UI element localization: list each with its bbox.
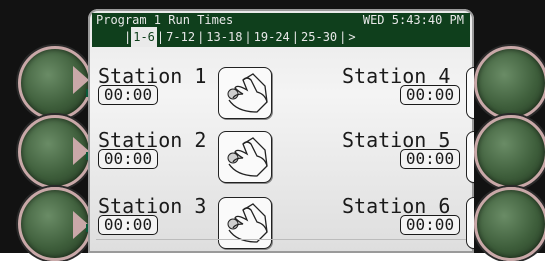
hand-pressing-knob-icon	[227, 203, 268, 243]
hand-pressing-knob-icon	[467, 68, 474, 118]
tab-separator: |	[124, 30, 132, 44]
tab-stations-2[interactable]: 13-18	[204, 27, 244, 47]
tab-separator: |	[291, 30, 300, 44]
station-label-5: Station 5	[342, 128, 451, 152]
tab-separator: |	[156, 30, 165, 44]
lcd-screen: Program 1 Run Times WED 5:43:40 PM | 1-6 |…	[88, 9, 474, 253]
hand-pressing-knob-icon	[227, 73, 268, 113]
station-label-2: Station 2	[98, 128, 207, 152]
right-knob-2[interactable]	[474, 115, 545, 189]
station-time-4[interactable]: 00:00	[400, 85, 460, 105]
station-time-5[interactable]: 00:00	[400, 149, 460, 169]
station-button-2[interactable]	[218, 131, 272, 183]
tab-separator: |	[244, 30, 252, 44]
header-bar: Program 1 Run Times WED 5:43:40 PM	[92, 13, 470, 27]
clock-display: WED 5:43:40 PM	[362, 13, 464, 27]
tab-separator: |	[197, 30, 205, 44]
right-knob-3[interactable]	[474, 187, 545, 261]
station-button-3[interactable]	[218, 197, 272, 249]
station-button-4[interactable]	[466, 67, 474, 119]
station-time-2[interactable]: 00:00	[98, 149, 158, 169]
station-button-1[interactable]	[218, 67, 272, 119]
tab-stations-0[interactable]: 1-6	[131, 27, 157, 47]
tab-stations-3[interactable]: 19-24	[252, 27, 292, 47]
divider-line	[96, 239, 466, 240]
page-title: Program 1 Run Times	[96, 13, 234, 27]
station-label-1: Station 1	[98, 64, 207, 88]
hand-pressing-knob-icon	[467, 198, 474, 248]
tab-stations-1[interactable]: 7-12	[164, 27, 197, 47]
station-time-1[interactable]: 00:00	[98, 85, 158, 105]
tab-stations-4[interactable]: 25-30	[299, 27, 339, 47]
station-time-3[interactable]: 00:00	[98, 215, 158, 235]
station-label-4: Station 4	[342, 64, 451, 88]
right-knob-1[interactable]	[474, 46, 545, 120]
station-button-5[interactable]	[466, 131, 474, 183]
left-knob-2-pointer	[73, 137, 89, 165]
tab-separator: |	[339, 30, 347, 44]
hand-pressing-knob-icon	[227, 137, 268, 177]
station-label-3: Station 3	[98, 194, 207, 218]
tab-stations-5[interactable]: >	[346, 27, 357, 47]
station-label-6: Station 6	[342, 194, 451, 218]
station-range-tabs: | 1-6 | 7-12 | 13-18 | 19-24 | 25-30 | >	[92, 27, 470, 47]
station-time-6[interactable]: 00:00	[400, 215, 460, 235]
hand-pressing-knob-icon	[467, 132, 474, 182]
station-button-6[interactable]	[466, 197, 474, 249]
